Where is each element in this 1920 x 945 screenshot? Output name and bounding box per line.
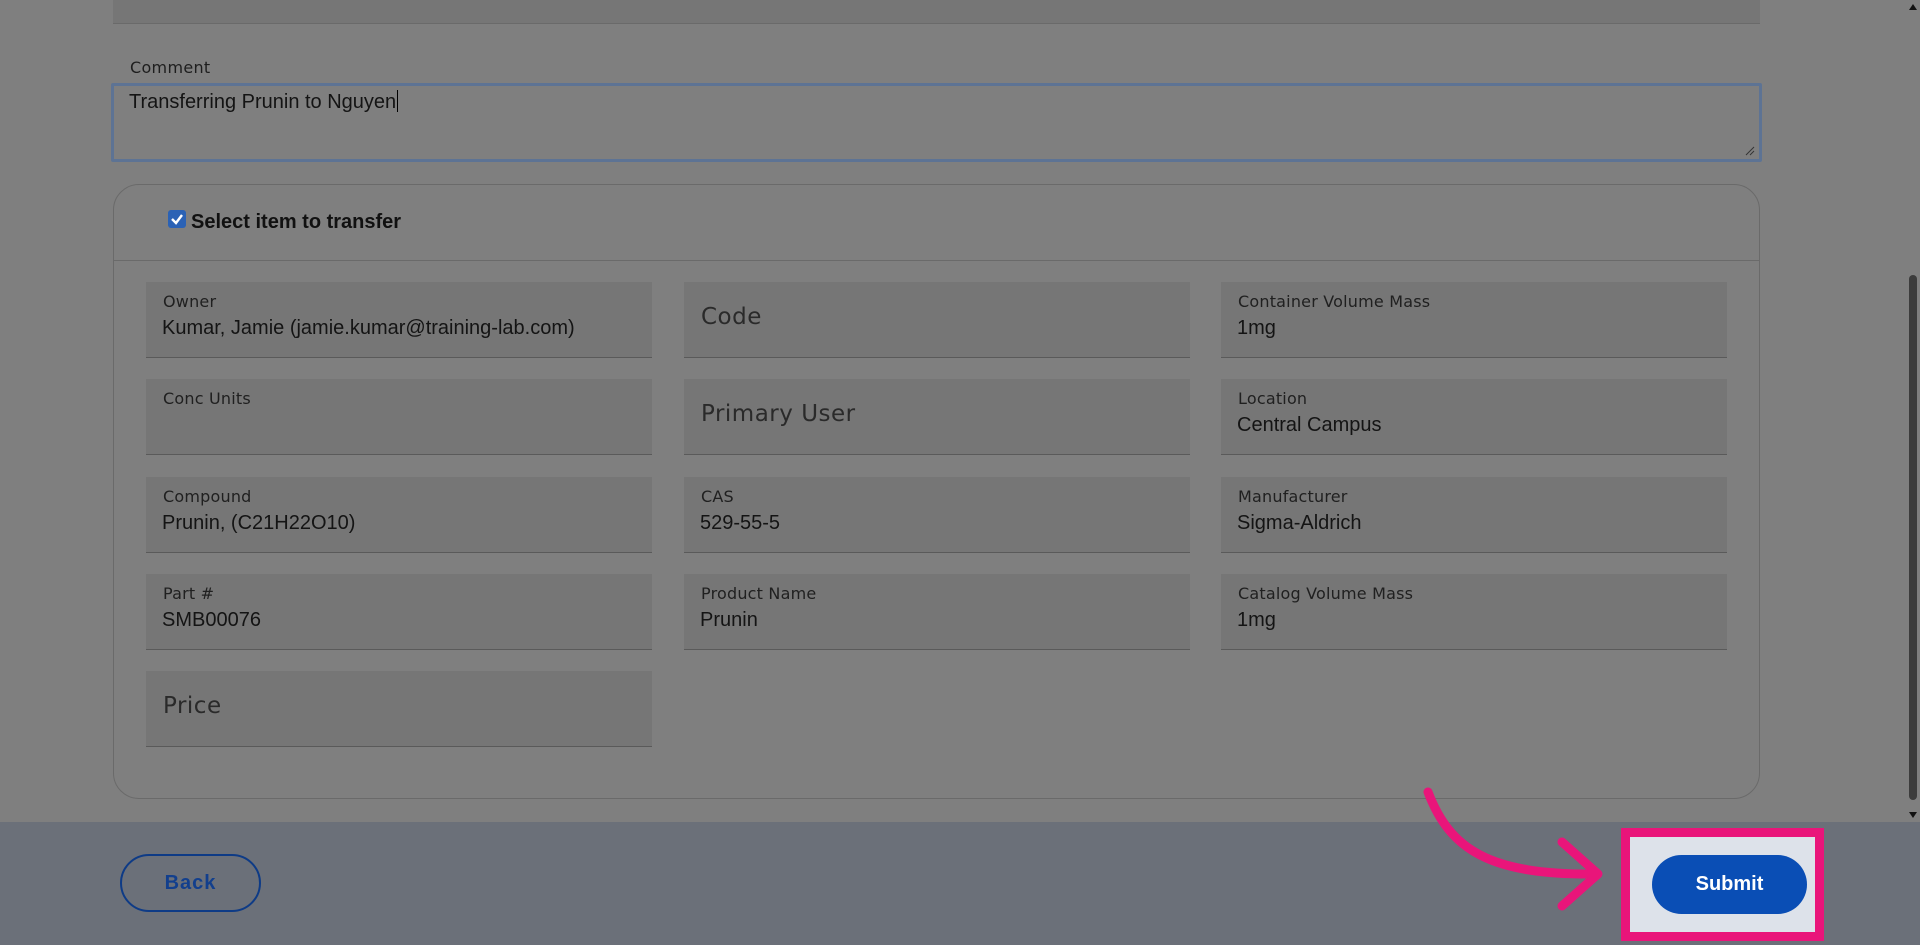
footer-bar: Back Submit (0, 822, 1920, 945)
price-field[interactable]: Price (146, 671, 652, 747)
part-number-label: Part # (163, 584, 215, 603)
container-volume-mass-label: Container Volume Mass (1238, 292, 1431, 311)
compound-value: Prunin, (C21H22O10) (162, 512, 356, 534)
conc-units-field[interactable]: Conc Units (146, 379, 652, 455)
submit-button[interactable]: Submit (1652, 855, 1807, 914)
select-item-checkbox[interactable] (168, 210, 186, 228)
owner-value: Kumar, Jamie (jamie.kumar@training-lab.c… (162, 317, 575, 339)
checkmark-icon (171, 214, 183, 225)
container-volume-mass-field[interactable]: Container Volume Mass 1mg (1221, 282, 1727, 358)
vertical-scrollbar[interactable] (1906, 0, 1920, 822)
catalog-volume-mass-value: 1mg (1237, 609, 1276, 631)
text-caret (397, 90, 399, 112)
part-number-value: SMB00076 (162, 609, 261, 631)
comment-textarea[interactable]: Transferring Prunin to Nguyen (111, 83, 1762, 162)
compound-field[interactable]: Compound Prunin, (C21H22O10) (146, 477, 652, 553)
scroll-down-icon[interactable] (1909, 812, 1917, 818)
manufacturer-field[interactable]: Manufacturer Sigma-Aldrich (1221, 477, 1727, 553)
back-button[interactable]: Back (120, 854, 261, 912)
location-field[interactable]: Location Central Campus (1221, 379, 1727, 455)
scroll-thumb[interactable] (1909, 275, 1917, 800)
catalog-volume-mass-label: Catalog Volume Mass (1238, 584, 1414, 603)
cas-value: 529-55-5 (700, 512, 781, 534)
cas-field[interactable]: CAS 529-55-5 (684, 477, 1190, 553)
primary-user-field[interactable]: Primary User (684, 379, 1190, 455)
comment-label: Comment (130, 58, 211, 77)
owner-field[interactable]: Owner Kumar, Jamie (jamie.kumar@training… (146, 282, 652, 358)
resize-grip-icon[interactable] (1745, 146, 1755, 156)
previous-section-card (113, 0, 1760, 24)
code-field[interactable]: Code (684, 282, 1190, 358)
conc-units-label: Conc Units (163, 389, 251, 408)
part-number-field[interactable]: Part # SMB00076 (146, 574, 652, 650)
product-name-value: Prunin (700, 609, 758, 631)
compound-label: Compound (163, 487, 252, 506)
cas-label: CAS (701, 487, 734, 506)
curved-arrow-icon (1423, 787, 1603, 911)
manufacturer-label: Manufacturer (1238, 487, 1348, 506)
select-item-label: Select item to transfer (191, 211, 402, 233)
submit-highlight: Submit (1621, 828, 1824, 941)
primary-user-placeholder: Primary User (701, 401, 856, 427)
location-label: Location (1238, 389, 1308, 408)
comment-text: Transferring Prunin to Nguyen (129, 91, 397, 113)
product-name-field[interactable]: Product Name Prunin (684, 574, 1190, 650)
catalog-volume-mass-field[interactable]: Catalog Volume Mass 1mg (1221, 574, 1727, 650)
code-placeholder: Code (701, 304, 762, 330)
price-placeholder: Price (163, 693, 222, 719)
transfer-form: Comment Transferring Prunin to Nguyen Se… (0, 0, 1906, 822)
container-volume-mass-value: 1mg (1237, 317, 1276, 339)
owner-label: Owner (163, 292, 217, 311)
item-card-header: Select item to transfer (114, 185, 1759, 261)
location-value: Central Campus (1237, 414, 1382, 436)
manufacturer-value: Sigma-Aldrich (1237, 512, 1362, 534)
scroll-up-icon[interactable] (1909, 4, 1917, 10)
product-name-label: Product Name (701, 584, 817, 603)
